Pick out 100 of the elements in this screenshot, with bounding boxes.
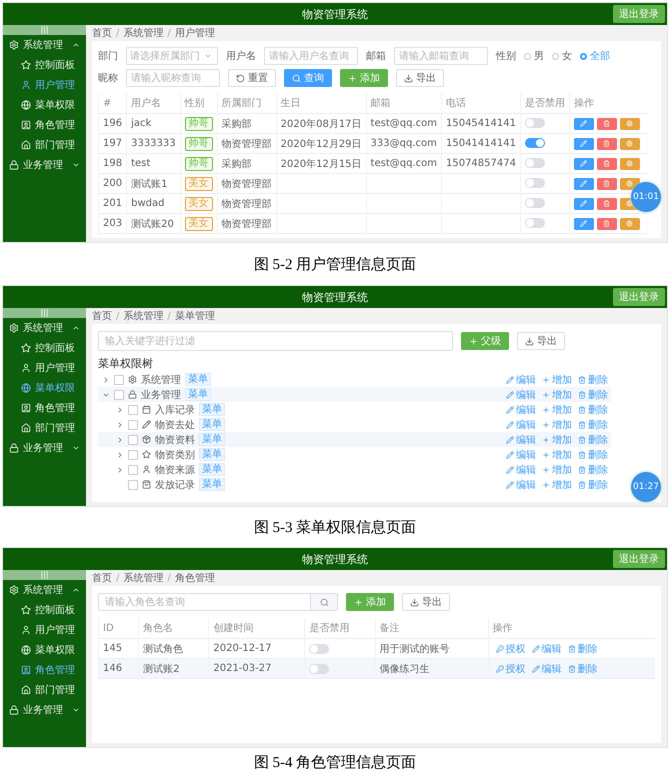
toggle-switch[interactable]	[524, 158, 545, 168]
radio-option[interactable]: 男	[524, 49, 544, 63]
edit-button[interactable]	[574, 138, 594, 150]
sidebar-group[interactable]: 系统管理	[3, 35, 86, 55]
add-button[interactable]: 父级	[461, 332, 509, 350]
filter-field[interactable]: 输入关键字进行过滤	[98, 331, 453, 352]
toggle-switch[interactable]	[309, 664, 330, 674]
input-field[interactable]: 请输入昵称查询	[126, 69, 220, 87]
edit-button[interactable]	[574, 198, 594, 210]
breadcrumb-item[interactable]: 菜单管理	[174, 309, 215, 324]
logout-button[interactable]: 退出登录	[613, 288, 665, 306]
collapse-toggle[interactable]: |||	[3, 308, 86, 318]
action-link[interactable]: 编辑	[503, 432, 539, 447]
checkbox[interactable]	[114, 374, 124, 385]
add-button[interactable]: 添加	[346, 593, 394, 612]
search-button[interactable]: 查询	[284, 69, 332, 87]
chevron-right-icon[interactable]	[102, 376, 110, 384]
action-link[interactable]: 编辑	[503, 462, 539, 477]
sidebar-group[interactable]: 系统管理	[3, 318, 86, 338]
sidebar-item[interactable]: 部门管理	[3, 135, 86, 155]
action-link[interactable]: 删除	[575, 372, 611, 387]
delete-button[interactable]	[596, 218, 617, 230]
action-link[interactable]: 增加	[539, 432, 575, 447]
action-link[interactable]: 删除	[564, 662, 601, 676]
edit-button[interactable]	[574, 118, 594, 130]
sidebar-item[interactable]: 控制面板	[3, 600, 86, 620]
input-field[interactable]: 请输入邮箱查询	[394, 47, 488, 65]
settings-button[interactable]	[620, 218, 640, 230]
export-button[interactable]: 导出	[517, 332, 565, 350]
settings-button[interactable]	[620, 178, 640, 190]
sidebar-item[interactable]: 用户管理	[3, 620, 86, 640]
delete-button[interactable]	[596, 178, 617, 190]
checkbox[interactable]	[114, 390, 124, 400]
sidebar-item[interactable]: 控制面板	[3, 55, 86, 75]
action-link[interactable]: 删除	[575, 402, 611, 417]
action-link[interactable]: 删除	[575, 388, 611, 402]
action-link[interactable]: 编辑	[503, 372, 539, 387]
action-link[interactable]: 增加	[539, 448, 575, 462]
search-button[interactable]	[310, 593, 338, 612]
action-link[interactable]: 增加	[539, 418, 575, 432]
toggle-switch[interactable]	[524, 138, 545, 148]
toggle-switch[interactable]	[524, 178, 545, 188]
checkbox[interactable]	[128, 404, 138, 415]
sidebar-item[interactable]: 部门管理	[3, 680, 86, 700]
action-link[interactable]: 编辑	[503, 478, 539, 492]
action-link[interactable]: 删除	[575, 478, 611, 492]
action-link[interactable]: 编辑	[503, 418, 539, 432]
action-link[interactable]: 删除	[575, 462, 611, 477]
sidebar-item[interactable]: 角色管理	[3, 398, 86, 418]
input-field[interactable]: 请输入用户名查询	[264, 47, 358, 65]
search-field[interactable]: 请输入角色名查询	[98, 593, 310, 612]
breadcrumb-item[interactable]: 用户管理	[174, 26, 215, 40]
chevron-right-icon[interactable]	[116, 466, 124, 474]
export-button[interactable]: 导出	[396, 69, 444, 87]
action-link[interactable]: 删除	[575, 418, 611, 432]
action-link[interactable]: 增加	[539, 388, 575, 402]
delete-button[interactable]	[596, 158, 617, 170]
breadcrumb-item[interactable]: 首页	[92, 309, 112, 324]
sidebar-item[interactable]: 部门管理	[3, 418, 86, 438]
sidebar-item[interactable]: 控制面板	[3, 338, 86, 358]
edit-button[interactable]	[574, 218, 594, 230]
sidebar-item[interactable]: 菜单权限	[3, 640, 86, 660]
toggle-switch[interactable]	[524, 118, 545, 128]
sidebar-item[interactable]: 菜单权限	[3, 95, 86, 115]
chevron-right-icon[interactable]	[116, 436, 124, 444]
action-link[interactable]: 增加	[539, 462, 575, 477]
radio-option[interactable]: 女	[552, 49, 572, 63]
reset-button[interactable]: 重置	[228, 69, 276, 87]
action-link[interactable]: 删除	[564, 642, 601, 656]
sidebar-group[interactable]: 业务管理	[3, 155, 86, 175]
checkbox[interactable]	[128, 420, 138, 430]
delete-button[interactable]	[596, 198, 617, 210]
breadcrumb-item[interactable]: 首页	[92, 26, 112, 40]
checkbox[interactable]	[128, 434, 138, 445]
action-link[interactable]: 编辑	[503, 402, 539, 417]
sidebar-item[interactable]: 角色管理	[3, 660, 86, 680]
breadcrumb-item[interactable]: 系统管理	[123, 571, 164, 586]
toggle-switch[interactable]	[524, 198, 545, 208]
sidebar-item[interactable]: 用户管理	[3, 75, 86, 95]
action-link[interactable]: 编辑	[503, 448, 539, 462]
edit-button[interactable]	[574, 178, 594, 190]
chevron-right-icon[interactable]	[116, 406, 124, 414]
breadcrumb-item[interactable]: 系统管理	[123, 26, 164, 40]
checkbox[interactable]	[128, 464, 138, 475]
collapse-toggle[interactable]: |||	[3, 25, 86, 35]
action-link[interactable]: 编辑	[528, 662, 565, 676]
logout-button[interactable]: 退出登录	[613, 550, 665, 568]
radio-option[interactable]: 全部	[580, 49, 610, 63]
action-link[interactable]: 增加	[539, 402, 575, 417]
action-link[interactable]: 增加	[539, 372, 575, 387]
action-link[interactable]: 增加	[539, 478, 575, 492]
sidebar-group[interactable]: 业务管理	[3, 438, 86, 458]
delete-button[interactable]	[596, 138, 617, 150]
action-link[interactable]: 删除	[575, 432, 611, 447]
delete-button[interactable]	[596, 118, 617, 130]
breadcrumb-item[interactable]: 系统管理	[123, 309, 164, 324]
action-link[interactable]: 编辑	[503, 388, 539, 402]
toggle-switch[interactable]	[524, 218, 545, 228]
sidebar-item[interactable]: 用户管理	[3, 358, 86, 378]
settings-button[interactable]	[620, 158, 640, 170]
